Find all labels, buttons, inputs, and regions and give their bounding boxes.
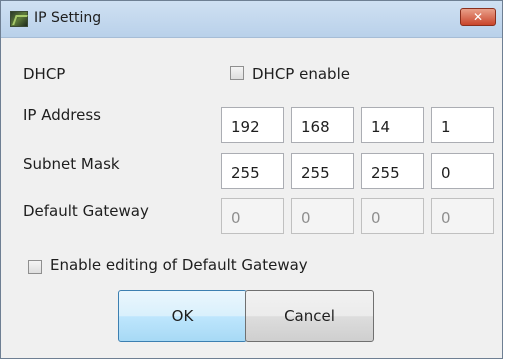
- dialog-body: DHCP DHCP enable IP Address 192 168 14 1…: [1, 38, 502, 358]
- ok-button[interactable]: OK: [118, 290, 247, 342]
- gateway-octet-3-field[interactable]: 0: [361, 198, 424, 234]
- default-gateway-label: Default Gateway: [23, 202, 149, 220]
- dhcp-enable-checkbox[interactable]: [230, 66, 244, 80]
- enable-gateway-editing-label[interactable]: Enable editing of Default Gateway: [50, 256, 308, 274]
- close-icon: ✕: [472, 10, 484, 24]
- ip-address-label: IP Address: [23, 106, 101, 124]
- cancel-button[interactable]: Cancel: [245, 290, 374, 342]
- ip-octet-4-field[interactable]: 1: [431, 107, 494, 143]
- dhcp-label: DHCP: [23, 65, 66, 83]
- subnet-octet-2-field[interactable]: 255: [291, 153, 354, 189]
- enable-gateway-editing-checkbox[interactable]: [28, 260, 42, 274]
- ip-setting-dialog: IP Setting ✕ DHCP DHCP enable IP Address…: [0, 0, 503, 359]
- ip-octet-2-field[interactable]: 168: [291, 107, 354, 143]
- window-title: IP Setting: [34, 10, 102, 26]
- subnet-octet-3-field[interactable]: 255: [361, 153, 424, 189]
- app-icon: [10, 11, 28, 27]
- dhcp-enable-label[interactable]: DHCP enable: [252, 65, 350, 83]
- gateway-octet-2-field[interactable]: 0: [291, 198, 354, 234]
- gateway-octet-1-field[interactable]: 0: [221, 198, 284, 234]
- subnet-octet-4-field[interactable]: 0: [431, 153, 494, 189]
- title-bar[interactable]: IP Setting ✕: [1, 1, 502, 38]
- close-button[interactable]: ✕: [460, 8, 496, 26]
- subnet-octet-1-field[interactable]: 255: [221, 153, 284, 189]
- gateway-octet-4-field[interactable]: 0: [431, 198, 494, 234]
- ip-octet-1-field[interactable]: 192: [221, 107, 284, 143]
- subnet-mask-label: Subnet Mask: [23, 155, 120, 173]
- ip-octet-3-field[interactable]: 14: [361, 107, 424, 143]
